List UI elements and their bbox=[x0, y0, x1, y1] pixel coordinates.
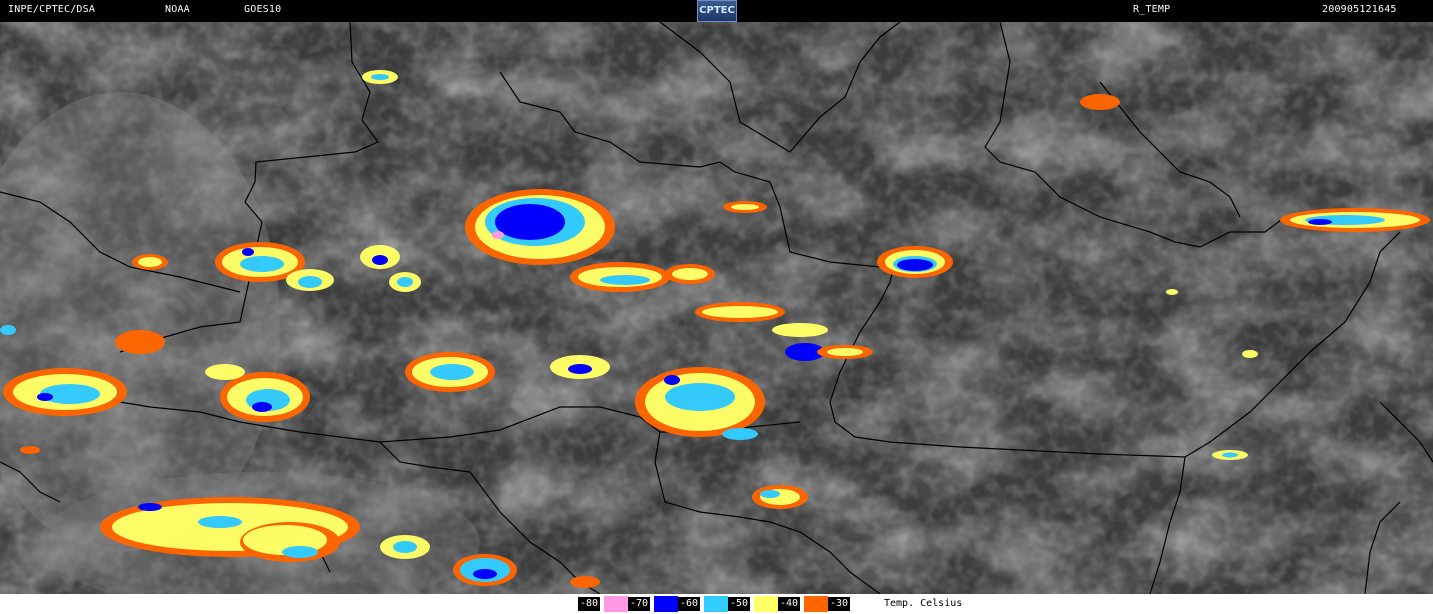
legend-swatch bbox=[854, 596, 878, 612]
storm-cell bbox=[37, 393, 53, 401]
legend-label: -50 bbox=[728, 597, 751, 611]
storm-cell bbox=[495, 204, 565, 240]
storm-cell bbox=[393, 541, 417, 553]
storm-cell bbox=[138, 503, 162, 511]
storm-cell bbox=[252, 402, 272, 412]
storm-cell bbox=[570, 576, 600, 588]
storm-cell bbox=[371, 74, 389, 80]
agency-label: NOAA bbox=[165, 4, 190, 15]
satellite-label: GOES10 bbox=[244, 4, 282, 15]
storm-cell bbox=[1080, 94, 1120, 110]
storm-cell bbox=[702, 306, 778, 318]
satellite-map bbox=[0, 22, 1433, 594]
legend-label: -40 bbox=[778, 597, 801, 611]
storm-cell bbox=[1166, 289, 1178, 295]
storm-cell bbox=[600, 275, 650, 285]
storm-cell bbox=[1308, 219, 1332, 225]
storm-cell bbox=[568, 364, 592, 374]
storm-cell bbox=[664, 375, 680, 385]
legend-swatch bbox=[704, 596, 728, 612]
storm-cell bbox=[372, 255, 388, 265]
storm-cell bbox=[473, 569, 497, 579]
storm-cell bbox=[198, 516, 242, 528]
storm-cell bbox=[0, 325, 16, 335]
timestamp-label: 200905121645 bbox=[1322, 4, 1397, 15]
storm-cell bbox=[20, 446, 40, 454]
storm-cell bbox=[672, 268, 708, 280]
legend-label: -60 bbox=[678, 597, 701, 611]
storm-cell bbox=[897, 259, 933, 271]
storm-cell bbox=[827, 348, 863, 356]
storm-cell bbox=[240, 256, 284, 272]
storm-cell bbox=[298, 276, 322, 288]
temperature-legend: -80 -70 -60 -50 -40 -30 Temp. Celsius bbox=[0, 594, 1433, 614]
storm-cell bbox=[665, 383, 735, 411]
header-bar: INPE/CPTEC/DSA NOAA GOES10 CPTEC R_TEMP … bbox=[0, 0, 1433, 22]
legend-swatch bbox=[804, 596, 828, 612]
legend-label: -80 bbox=[578, 597, 601, 611]
product-label: R_TEMP bbox=[1133, 4, 1171, 15]
storm-cell bbox=[242, 248, 254, 256]
storm-cell bbox=[138, 257, 162, 267]
storm-cell bbox=[722, 428, 758, 440]
storm-cell bbox=[760, 490, 780, 498]
legend-unit: Temp. Celsius bbox=[884, 598, 963, 609]
storm-cell bbox=[1242, 350, 1258, 358]
storm-cell bbox=[430, 364, 474, 380]
storm-cell bbox=[205, 364, 245, 380]
storm-cell bbox=[492, 231, 504, 239]
legend-swatch bbox=[754, 596, 778, 612]
storm-cell bbox=[1222, 452, 1238, 458]
legend-swatch bbox=[604, 596, 628, 612]
storm-cell bbox=[731, 204, 759, 210]
storm-cell bbox=[772, 323, 828, 337]
org-label: INPE/CPTEC/DSA bbox=[8, 4, 96, 15]
legend-label: -70 bbox=[628, 597, 651, 611]
cptec-logo: CPTEC bbox=[697, 0, 737, 22]
legend-label: -30 bbox=[828, 597, 851, 611]
storm-cell bbox=[397, 277, 413, 287]
legend-swatch bbox=[654, 596, 678, 612]
storm-cell bbox=[282, 546, 318, 558]
storm-cell bbox=[115, 330, 165, 354]
